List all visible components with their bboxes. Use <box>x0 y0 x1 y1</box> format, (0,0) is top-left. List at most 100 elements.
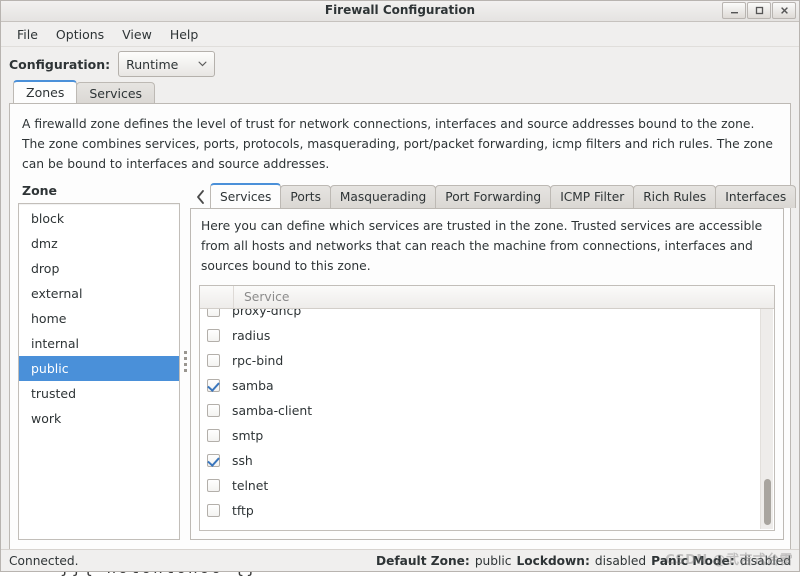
service-checkbox-samba[interactable] <box>207 379 220 392</box>
service-checkbox-radius[interactable] <box>207 329 220 342</box>
service-checkbox-ssh[interactable] <box>207 454 220 467</box>
inner-tab-rich-rules[interactable]: Rich Rules <box>633 185 716 208</box>
service-name: samba-client <box>232 403 312 418</box>
inner-tab-rich-rules-label: Rich Rules <box>643 190 706 204</box>
chevron-down-icon <box>198 61 207 67</box>
chevron-left-icon <box>195 189 206 205</box>
service-name: tftp <box>232 503 254 518</box>
services-scroll-area: proxy-dhcp radius rpc-bind <box>200 308 774 530</box>
tab-scroll-left-button[interactable] <box>190 189 210 208</box>
table-row[interactable]: tftp <box>200 498 774 523</box>
window-title: Firewall Configuration <box>1 3 799 17</box>
zone-item-dmz[interactable]: dmz <box>19 231 179 256</box>
zone-column: Zone block dmz drop external home intern… <box>18 182 180 540</box>
services-table-header: Service <box>200 286 774 309</box>
inner-tab-port-forwarding[interactable]: Port Forwarding <box>435 185 551 208</box>
service-checkbox-smtp[interactable] <box>207 429 220 442</box>
menu-item-help[interactable]: Help <box>162 25 207 44</box>
table-row[interactable]: samba <box>200 373 774 398</box>
connection-status: Connected. <box>9 554 79 568</box>
zone-item-internal[interactable]: internal <box>19 331 179 356</box>
services-vertical-scrollbar[interactable] <box>760 309 773 529</box>
services-scrollbar-thumb[interactable] <box>764 479 771 525</box>
inner-tab-icmp-filter[interactable]: ICMP Filter <box>550 185 634 208</box>
services-tab-body: Here you can define which services are t… <box>190 208 784 540</box>
inner-tab-services[interactable]: Services <box>210 183 281 208</box>
inner-tab-masquerading-label: Masquerading <box>340 190 426 204</box>
panic-mode-value: disabled <box>740 554 791 568</box>
configuration-label: Configuration: <box>9 57 110 72</box>
service-column-header: Service <box>234 290 289 304</box>
inner-tab-masquerading[interactable]: Masquerading <box>330 185 436 208</box>
firewall-configuration-window: Firewall Configuration File Options View… <box>0 0 800 572</box>
panic-mode-label: Panic Mode: <box>651 554 735 568</box>
maximize-icon[interactable] <box>747 2 771 19</box>
zone-item-home[interactable]: home <box>19 306 179 331</box>
service-name: samba <box>232 378 274 393</box>
service-name: radius <box>232 328 270 343</box>
service-name: smtp <box>232 428 263 443</box>
default-zone-value: public <box>475 554 512 568</box>
zone-description: A firewalld zone defines the level of tr… <box>10 104 790 178</box>
menu-item-options[interactable]: Options <box>48 25 112 44</box>
service-name: proxy-dhcp <box>232 308 301 318</box>
inner-tab-interfaces[interactable]: Interfaces <box>715 185 796 208</box>
service-checkbox-tftp[interactable] <box>207 504 220 517</box>
checkbox-column-header <box>200 286 234 308</box>
zone-item-work[interactable]: work <box>19 406 179 431</box>
zone-list-header: Zone <box>18 182 180 203</box>
inner-tab-ports[interactable]: Ports <box>280 185 331 208</box>
table-row[interactable]: proxy-dhcp <box>200 308 774 323</box>
inner-tab-bar: Services Ports Masquerading Port Forward… <box>190 182 784 208</box>
table-row[interactable]: radius <box>200 323 774 348</box>
inner-tab-port-forwarding-label: Port Forwarding <box>445 190 541 204</box>
inner-tab-icmp-filter-label: ICMP Filter <box>560 190 624 204</box>
zone-list[interactable]: block dmz drop external home internal pu… <box>18 203 180 540</box>
table-row[interactable]: rpc-bind <box>200 348 774 373</box>
service-checkbox-telnet[interactable] <box>207 479 220 492</box>
menu-bar: File Options View Help <box>1 22 799 47</box>
zone-item-external[interactable]: external <box>19 281 179 306</box>
tab-zones[interactable]: Zones <box>13 80 77 103</box>
menu-item-view[interactable]: View <box>114 25 160 44</box>
tab-services-outer[interactable]: Services <box>76 82 155 103</box>
table-row[interactable]: ssh <box>200 448 774 473</box>
table-row[interactable]: samba-client <box>200 398 774 423</box>
outer-tab-bar: Zones Services <box>13 81 799 103</box>
minimize-icon[interactable] <box>722 2 746 19</box>
service-name: telnet <box>232 478 268 493</box>
default-zone-label: Default Zone: <box>376 554 470 568</box>
zone-detail-pane: Services Ports Masquerading Port Forward… <box>190 182 784 540</box>
configuration-row: Configuration: Runtime <box>1 47 799 81</box>
zone-item-drop[interactable]: drop <box>19 256 179 281</box>
table-row[interactable]: telnet <box>200 473 774 498</box>
tab-scroll-right-button[interactable] <box>795 189 800 208</box>
table-row[interactable]: smtp <box>200 423 774 448</box>
tab-zones-label: Zones <box>26 85 64 100</box>
status-summary: Default Zone: public Lockdown: disabled … <box>376 554 791 568</box>
configuration-select[interactable]: Runtime <box>118 51 215 77</box>
lockdown-value: disabled <box>595 554 646 568</box>
lockdown-label: Lockdown: <box>516 554 589 568</box>
services-table: Service proxy-dhcp radius <box>199 285 775 531</box>
tab-services-outer-label: Services <box>89 86 142 101</box>
zone-split-container: Zone block dmz drop external home intern… <box>10 178 790 546</box>
inner-tab-interfaces-label: Interfaces <box>725 190 786 204</box>
close-icon[interactable] <box>772 2 796 19</box>
services-description: Here you can define which services are t… <box>191 209 783 283</box>
menu-item-file[interactable]: File <box>9 25 46 44</box>
service-checkbox-samba-client[interactable] <box>207 404 220 417</box>
zone-item-block[interactable]: block <box>19 206 179 231</box>
configuration-selected-value: Runtime <box>126 57 178 72</box>
inner-tab-services-label: Services <box>220 190 271 204</box>
zones-page: A firewalld zone defines the level of tr… <box>9 103 791 550</box>
status-bar: Connected. Default Zone: public Lockdown… <box>1 549 799 571</box>
zone-item-public[interactable]: public <box>19 356 179 381</box>
splitter-grip-icon <box>184 351 187 372</box>
zone-item-trusted[interactable]: trusted <box>19 381 179 406</box>
service-checkbox-proxy-dhcp[interactable] <box>207 308 220 317</box>
pane-splitter[interactable] <box>180 182 190 540</box>
window-controls <box>722 2 796 19</box>
service-name: rpc-bind <box>232 353 283 368</box>
service-checkbox-rpc-bind[interactable] <box>207 354 220 367</box>
